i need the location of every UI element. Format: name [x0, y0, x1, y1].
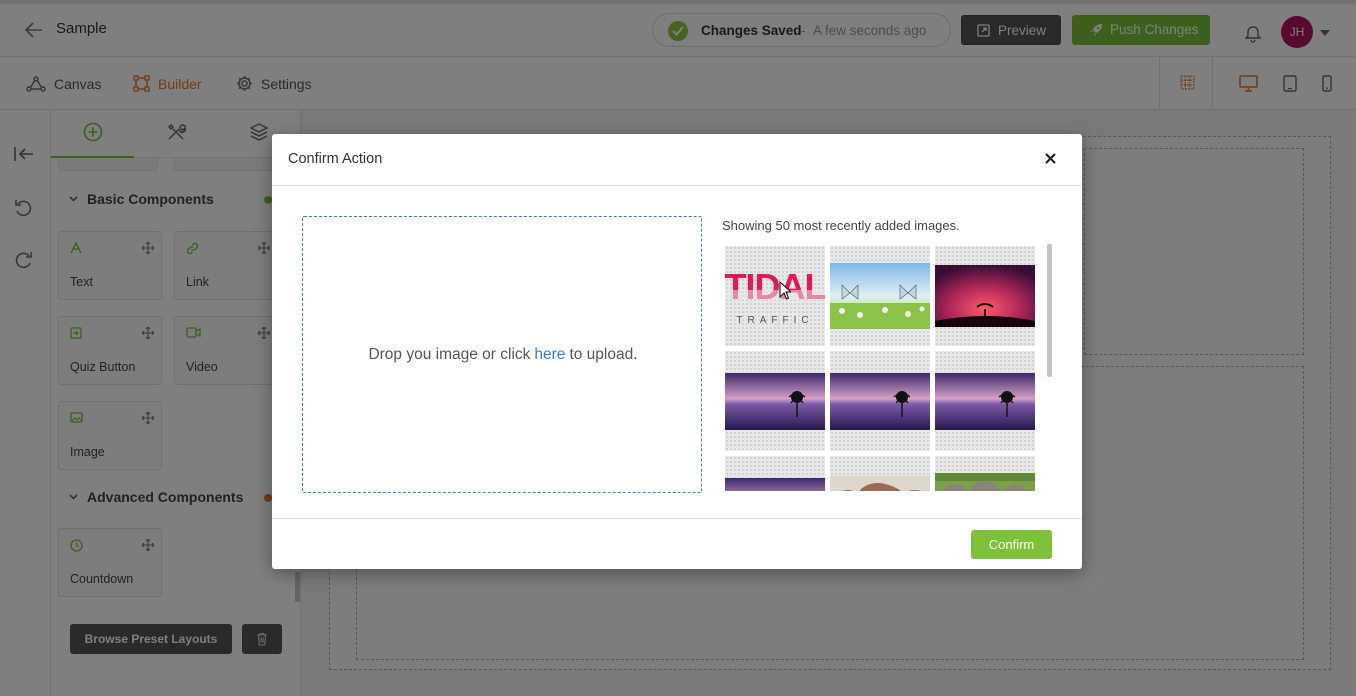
- gallery-image[interactable]: [935, 351, 1035, 451]
- dropzone-text: Drop you image or click here to upload.: [303, 346, 703, 364]
- gallery-scrollbar[interactable]: [1047, 244, 1052, 377]
- gallery-image[interactable]: [830, 351, 930, 451]
- modal-footer: Confirm: [272, 518, 1082, 569]
- confirm-action-modal: Confirm Action Drop you image or click he…: [272, 134, 1082, 569]
- gallery-caption: Showing 50 most recently added images.: [722, 218, 960, 233]
- gallery-image[interactable]: [725, 351, 825, 451]
- logo-text: TIDAL: [725, 266, 825, 307]
- modal-header: Confirm Action: [272, 134, 1082, 186]
- gallery-image[interactable]: [830, 246, 930, 346]
- confirm-button[interactable]: Confirm: [971, 530, 1052, 559]
- logo-subtext: TRAFFIC: [736, 315, 813, 326]
- close-icon[interactable]: [1044, 152, 1057, 165]
- modal-title: Confirm Action: [288, 151, 383, 167]
- gallery-image[interactable]: [935, 456, 1035, 491]
- gallery-image[interactable]: TIDAL TRAFFIC: [725, 246, 825, 346]
- upload-link[interactable]: here: [534, 346, 565, 363]
- gallery-image[interactable]: [935, 246, 1035, 346]
- dropzone-suffix: to upload.: [569, 346, 638, 363]
- gallery-image[interactable]: [830, 456, 930, 491]
- dropzone-prompt: Drop you image or click: [368, 346, 531, 363]
- gallery-image[interactable]: [725, 456, 825, 491]
- cursor-icon: [779, 281, 791, 300]
- image-gallery: TIDAL TRAFFIC: [725, 246, 1036, 491]
- image-dropzone[interactable]: Drop you image or click here to upload.: [302, 216, 702, 493]
